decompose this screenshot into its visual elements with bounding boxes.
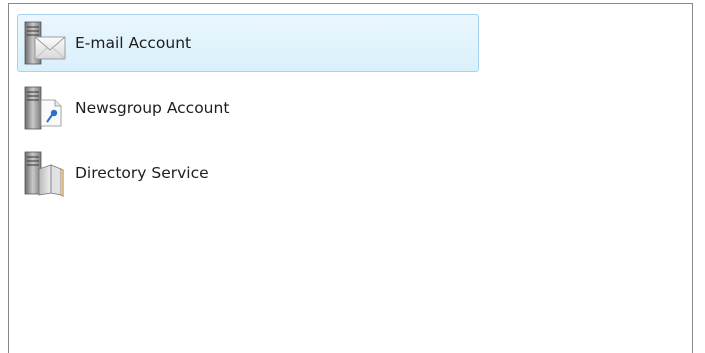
list-item-label: Newsgroup Account (75, 99, 230, 117)
list-item-directory-service[interactable]: Directory Service (17, 144, 479, 202)
email-server-icon (24, 21, 66, 65)
list-item-label: Directory Service (75, 164, 209, 182)
list-item-label: E-mail Account (75, 34, 192, 52)
account-type-list[interactable]: E-mail Account Newsgroup Account Directo… (8, 3, 693, 353)
newsgroup-server-icon (24, 86, 62, 130)
list-item-email-account[interactable]: E-mail Account (17, 14, 479, 72)
list-item-newsgroup-account[interactable]: Newsgroup Account (17, 79, 479, 137)
directory-server-icon (24, 151, 64, 197)
